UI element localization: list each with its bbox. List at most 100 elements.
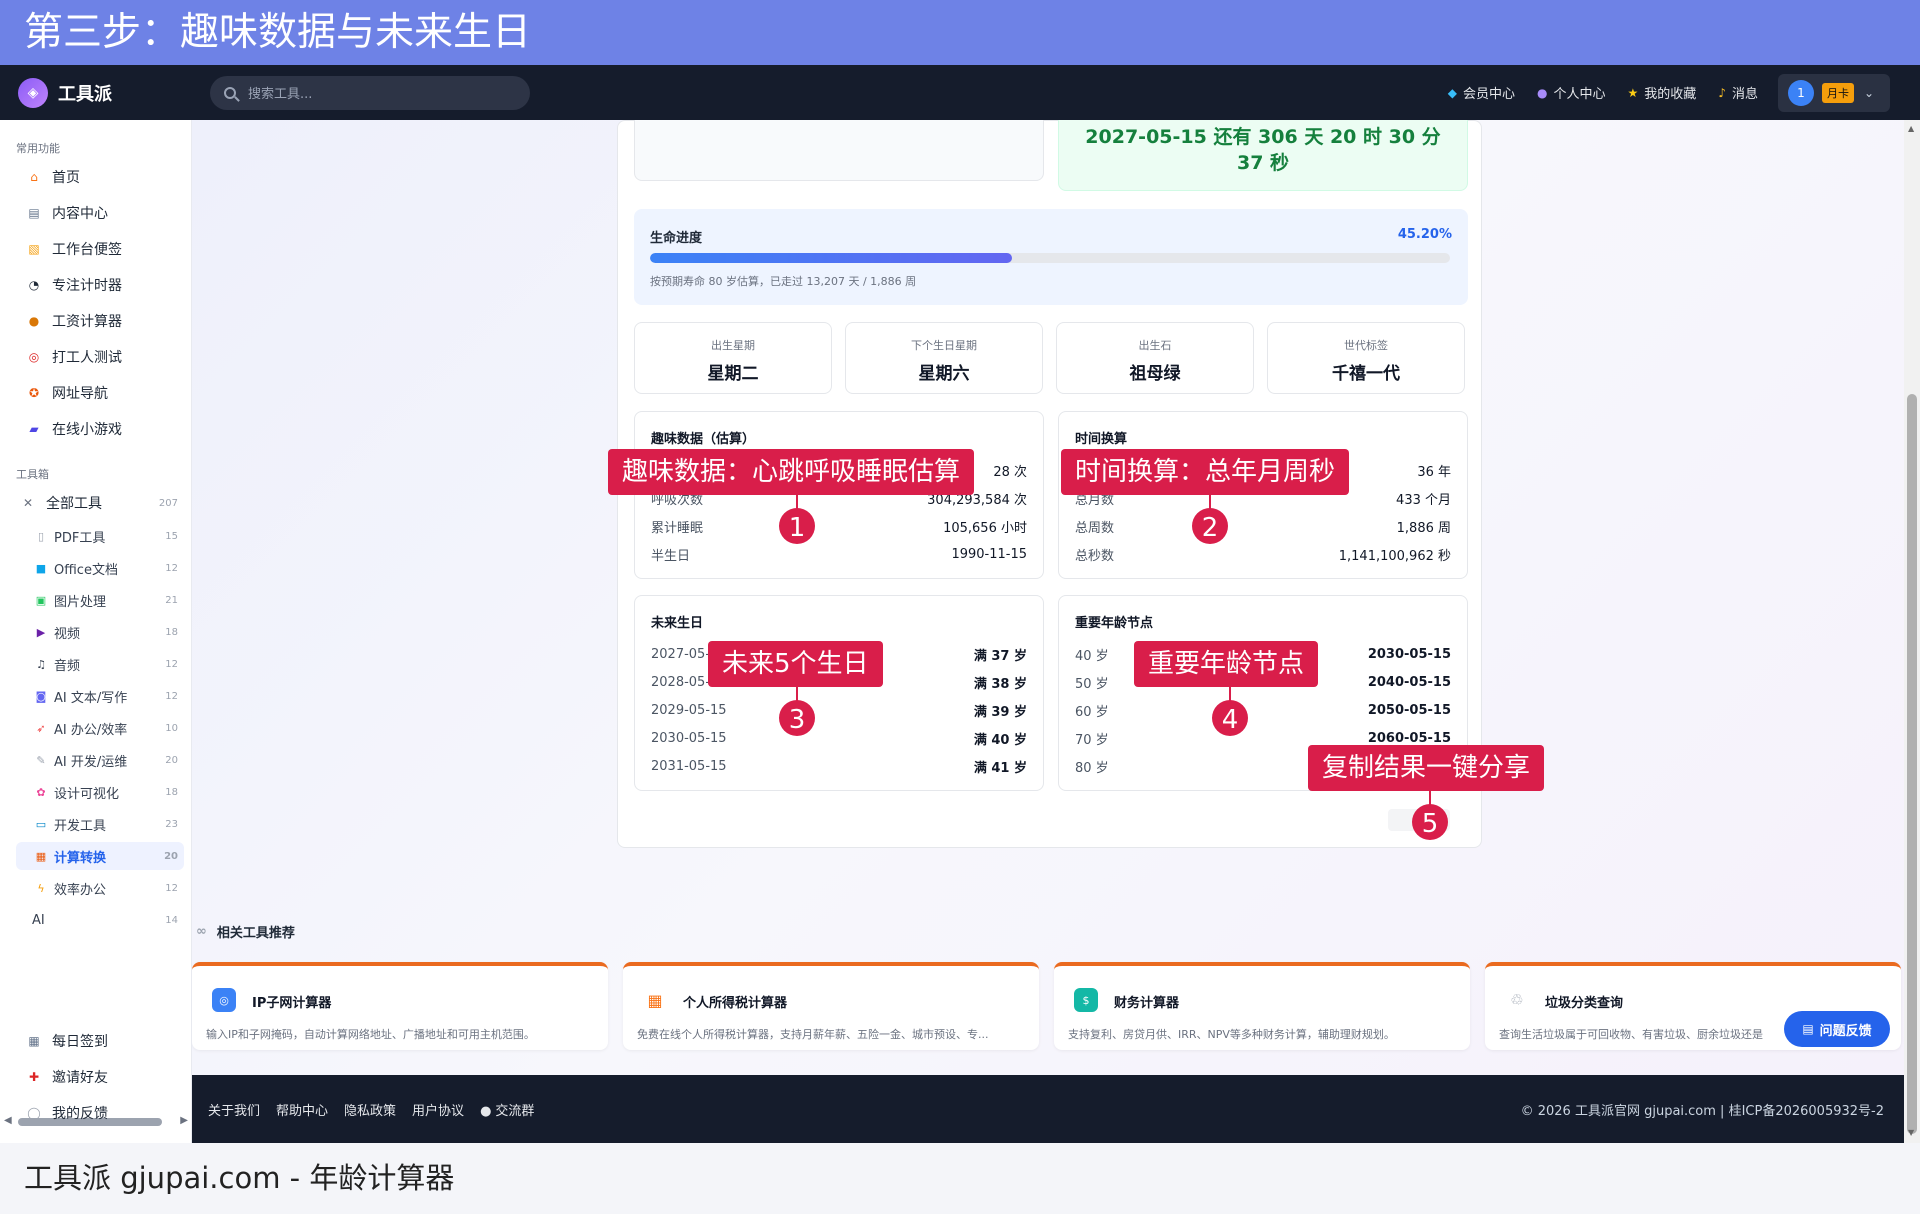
logo-text: 工具派 bbox=[58, 83, 112, 105]
main-content: 2027-05-15 还有 306 天 20 时 30 分 37 秒 生命进度 … bbox=[192, 120, 1904, 1075]
dollar-icon: $ bbox=[1074, 988, 1098, 1012]
video-icon: ▶ bbox=[36, 625, 46, 639]
progress-label: 生命进度 bbox=[650, 231, 703, 246]
user-menu[interactable]: 1 月卡 ⌄ bbox=[1778, 73, 1890, 112]
sidebar-sub-efficiency[interactable]: ϟ 效率办公 12 bbox=[16, 874, 184, 902]
link-icon: ∞ bbox=[196, 924, 207, 939]
page: 第三步：趣味数据与未来生日 ◈ 工具派 搜索工具... ◆ 会员中心 ● 个人中心 … bbox=[0, 0, 1920, 1214]
stat-birthstone: 出生石 祖母绿 bbox=[1056, 322, 1254, 394]
step-banner: 第三步：趣味数据与未来生日 bbox=[0, 0, 1920, 65]
fun-row: 累计睡眠 105,656 小时 bbox=[651, 520, 1027, 536]
sidebar-sub-audio[interactable]: ♫ 音频 12 bbox=[16, 650, 184, 678]
annotation-badge-4: 4 bbox=[1212, 700, 1248, 736]
annotation-future-birthdays: 未来5个生日 bbox=[708, 641, 883, 687]
tool-card-income-tax[interactable]: ▦ 个人所得税计算器 免费在线个人所得税计算器，支持月薪年薪、五险一金、城市预设、专… bbox=[623, 962, 1039, 1050]
sidebar-sub-calc[interactable]: ▦ 计算转换 20 bbox=[16, 842, 184, 870]
sidebar-sub-pdf[interactable]: ▯ PDF工具 15 bbox=[16, 522, 184, 550]
sidebar-item-salary[interactable]: ● 工资计算器 bbox=[14, 306, 184, 336]
sidebar-sub-video[interactable]: ▶ 视频 18 bbox=[16, 618, 184, 646]
search-input[interactable]: 搜索工具... bbox=[210, 75, 530, 110]
tool-card-ip-subnet[interactable]: ◎ IP子网计算器 输入IP和子网掩码，自动计算网络地址、广播地址和可用主机范围。 bbox=[192, 962, 608, 1050]
sidebar-item-invite[interactable]: ✚ 邀请好友 bbox=[14, 1062, 184, 1092]
time-conversion-title: 时间换算 bbox=[1075, 432, 1128, 447]
lightning-icon: ϟ bbox=[37, 881, 45, 895]
sidebar-item-content[interactable]: ▤ 内容中心 bbox=[14, 198, 184, 228]
birthday-row: 2030-05-15 满 40 岁 bbox=[651, 730, 1027, 748]
sidebar-heading-tools: 工具箱 bbox=[16, 468, 49, 481]
footer-link-privacy[interactable]: 隐私政策 bbox=[344, 1100, 396, 1119]
sidebar-item-worker-test[interactable]: ◎ 打工人测试 bbox=[14, 342, 184, 372]
sidebar-item-home[interactable]: ⌂ 首页 bbox=[14, 162, 184, 192]
sidebar: 常用功能 ⌂ 首页 ▤ 内容中心 ▧ 工作台便签 ◔ 专注计时器 ● 工资计算器 ◎ 打工人… bbox=[0, 120, 192, 1143]
footer-link-terms[interactable]: 用户协议 bbox=[412, 1100, 464, 1119]
rocket-icon: ➶ bbox=[36, 721, 46, 735]
feedback-note-icon: ▤ bbox=[1802, 1022, 1814, 1036]
search-icon bbox=[224, 86, 236, 99]
sidebar-item-all-tools[interactable]: ✕ 全部工具 207 bbox=[8, 488, 178, 518]
sidebar-sub-ai-dev[interactable]: ✎ AI 开发/运维 20 bbox=[16, 746, 184, 774]
palette-icon: ✿ bbox=[36, 785, 46, 799]
annotation-milestones: 重要年龄节点 bbox=[1134, 641, 1319, 687]
sidebar-sub-dev[interactable]: ▭ 开发工具 23 bbox=[16, 810, 184, 838]
footer: 关于我们 帮助中心 隐私政策 用户协议 ● 交流群 © 2026 工具派官网 gj… bbox=[192, 1075, 1904, 1143]
annotation-time-conversion: 时间换算：总年月周秒 bbox=[1061, 449, 1350, 495]
office-doc-icon: ■ bbox=[35, 561, 47, 575]
money-bag-icon: ● bbox=[28, 314, 40, 328]
footer-link-about[interactable]: 关于我们 bbox=[208, 1100, 260, 1119]
nav-messages[interactable]: ♪ 消息 bbox=[1718, 83, 1758, 103]
monitor-icon: ▭ bbox=[35, 817, 47, 831]
diamond-icon: ◆ bbox=[1447, 85, 1458, 100]
site-logo[interactable]: ◈ 工具派 bbox=[18, 77, 188, 108]
sidebar-sub-design[interactable]: ✿ 设计可视化 18 bbox=[16, 778, 184, 806]
document-icon: ▯ bbox=[37, 529, 45, 543]
life-progress: 生命进度 45.20% 按预期寿命 80 岁估算，已走过 13,207 天 / … bbox=[634, 209, 1468, 305]
sidebar-sub-ai-office[interactable]: ➶ AI 办公/效率 10 bbox=[16, 714, 184, 742]
trash-icon: ♲ bbox=[1505, 988, 1529, 1012]
time-row: 总周数 1,886 周 bbox=[1075, 520, 1451, 536]
nav-personal-center[interactable]: ● 个人中心 bbox=[1537, 83, 1606, 103]
sidebar-item-feedback[interactable]: ◯ 我的反馈 bbox=[14, 1098, 184, 1128]
compass-icon: ✪ bbox=[28, 386, 40, 400]
membership-badge: 月卡 bbox=[1822, 82, 1854, 103]
newspaper-icon: ▤ bbox=[28, 206, 40, 220]
stat-next-birthday-weekday: 下个生日星期 星期六 bbox=[845, 322, 1043, 394]
sidebar-sub-ai[interactable]: AI 14 bbox=[16, 906, 184, 934]
sidebar-item-games[interactable]: ▰ 在线小游戏 bbox=[14, 414, 184, 444]
robot-icon: ◙ bbox=[35, 689, 47, 703]
fun-row: 半生日 1990-11-15 bbox=[651, 546, 1027, 564]
scroll-down-icon: ▼ bbox=[1908, 1128, 1915, 1137]
stopwatch-icon: ◔ bbox=[28, 278, 40, 292]
nav-vip-center[interactable]: ◆ 会员中心 bbox=[1447, 83, 1515, 103]
user-icon: ● bbox=[1537, 85, 1548, 100]
sidebar-item-checkin[interactable]: ▦ 每日签到 bbox=[14, 1026, 184, 1056]
birthday-countdown: 2027-05-15 还有 306 天 20 时 30 分 37 秒 bbox=[1058, 120, 1468, 191]
sidebar-sub-image[interactable]: ▣ 图片处理 21 bbox=[16, 586, 184, 614]
progress-track bbox=[650, 253, 1450, 263]
birthday-row: 2031-05-15 满 41 岁 bbox=[651, 758, 1027, 776]
progress-note: 按预期寿命 80 岁估算，已走过 13,207 天 / 1,886 周 bbox=[650, 275, 917, 288]
sidebar-item-timer[interactable]: ◔ 专注计时器 bbox=[14, 270, 184, 300]
footer-link-group[interactable]: ● 交流群 bbox=[480, 1100, 534, 1119]
sidebar-item-notes[interactable]: ▧ 工作台便签 bbox=[14, 234, 184, 264]
search-placeholder: 搜索工具... bbox=[248, 87, 313, 102]
annotation-badge-5: 5 bbox=[1412, 804, 1448, 840]
annotation-fun-data: 趣味数据：心跳呼吸睡眠估算 bbox=[608, 449, 975, 495]
home-icon: ⌂ bbox=[30, 170, 38, 184]
annotation-copy-share: 复制结果一键分享 bbox=[1308, 745, 1545, 791]
scrollbar-thumb[interactable] bbox=[1907, 394, 1917, 1134]
time-row: 总秒数 1,141,100,962 秒 bbox=[1075, 548, 1451, 564]
page-vertical-scrollbar[interactable]: ▲ ▼ bbox=[1904, 120, 1920, 1143]
summary-box bbox=[634, 120, 1044, 181]
sidebar-sub-office[interactable]: ■ Office文档 12 bbox=[16, 554, 184, 582]
sidebar-item-nav[interactable]: ✪ 网址导航 bbox=[14, 378, 184, 408]
stat-birth-weekday: 出生星期 星期二 bbox=[634, 322, 832, 394]
top-navbar: ◈ 工具派 搜索工具... ◆ 会员中心 ● 个人中心 ★ 我的收藏 ♪ 消息 1 月卡… bbox=[0, 65, 1920, 120]
sidebar-sub-ai-writing[interactable]: ◙ AI 文本/写作 12 bbox=[16, 682, 184, 710]
tools-icon: ✕ bbox=[22, 496, 34, 510]
tool-card-finance[interactable]: $ 财务计算器 支持复利、房贷月供、IRR、NPV等多种财务计算，辅助理财规划。 bbox=[1054, 962, 1470, 1050]
footer-link-help[interactable]: 帮助中心 bbox=[276, 1100, 328, 1119]
sidebar-heading-common: 常用功能 bbox=[16, 142, 60, 155]
speech-bubble-icon: ◯ bbox=[27, 1106, 41, 1120]
nav-favorites[interactable]: ★ 我的收藏 bbox=[1628, 83, 1697, 103]
feedback-button[interactable]: ▤ 问题反馈 bbox=[1784, 1011, 1890, 1047]
